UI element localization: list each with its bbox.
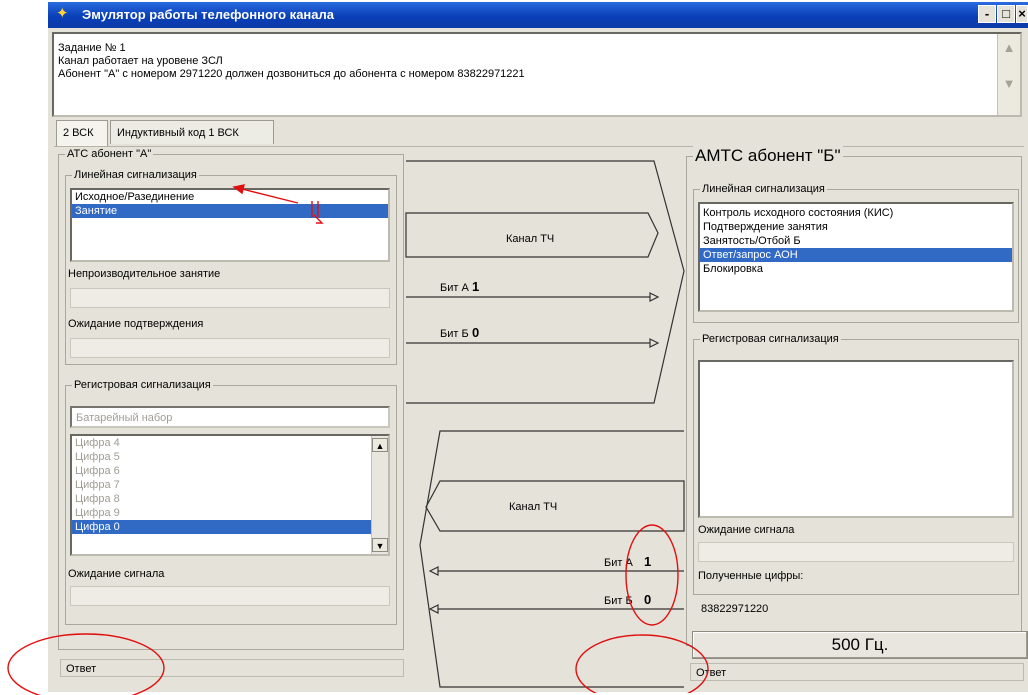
- annotation-circle-left-status: [7, 633, 165, 695]
- annotation-overlay: [7, 633, 165, 695]
